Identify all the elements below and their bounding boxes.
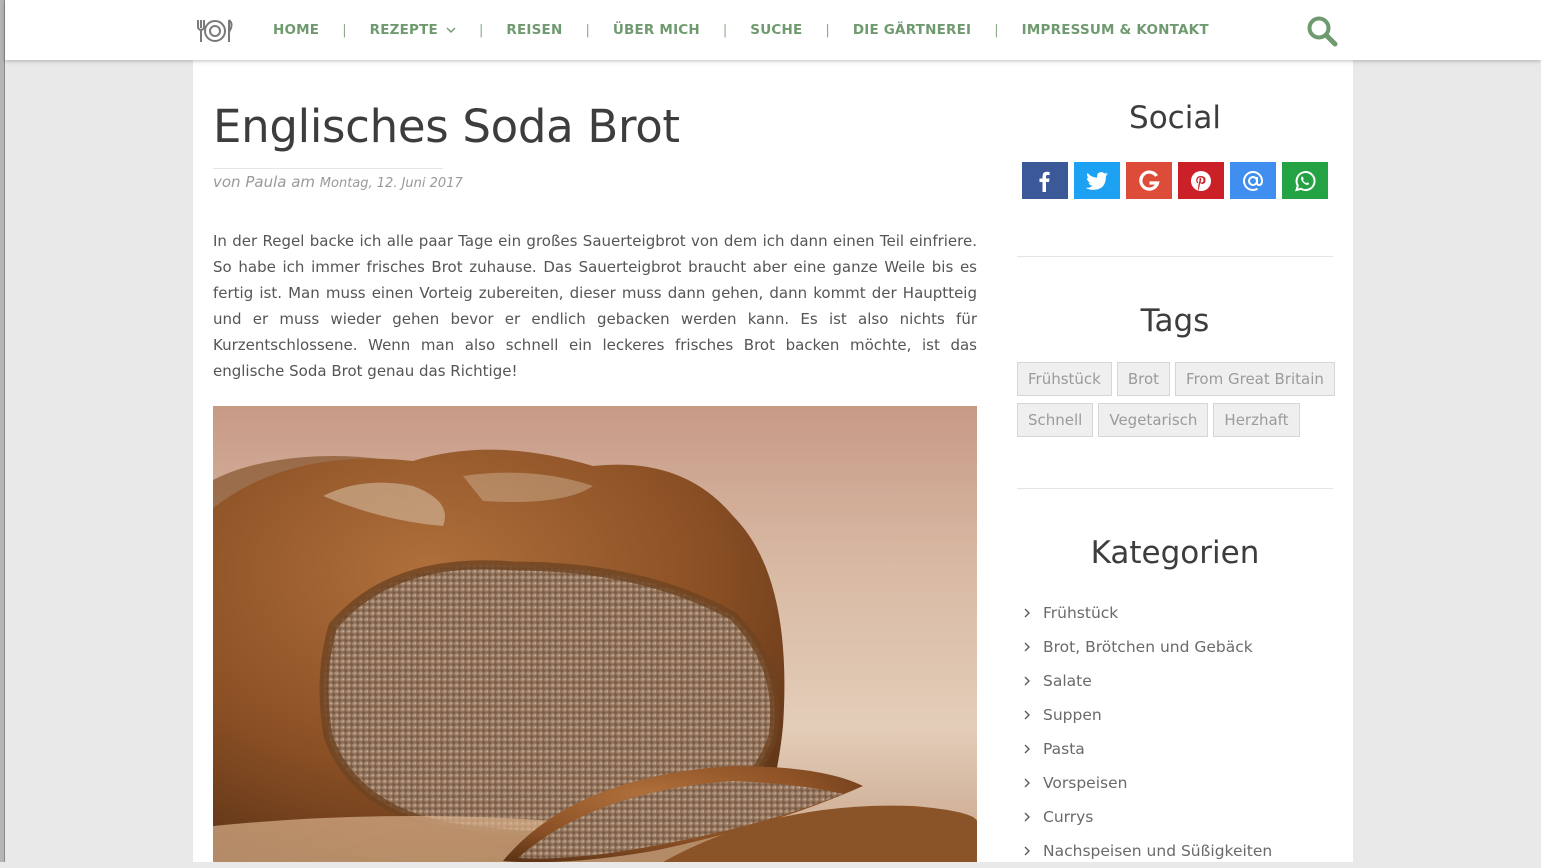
category-label: Frühstück (1043, 604, 1119, 622)
nav-separator: | (825, 22, 830, 38)
google-icon (1139, 170, 1160, 191)
tag-from-great-britain[interactable]: From Great Britain (1175, 362, 1335, 396)
nav-ueber-mich[interactable]: ÜBER MICH (613, 22, 700, 38)
nav-separator: | (478, 22, 484, 38)
category-item-currys[interactable]: Currys (1023, 800, 1272, 834)
post-date: Montag, 12. Juni 2017 (319, 176, 463, 191)
post-intro: In der Regel backe ich alle paar Tage ei… (213, 232, 977, 380)
post-author: von Paula am (213, 173, 316, 191)
google-share-button[interactable] (1126, 162, 1172, 199)
category-label: Brot, Brötchen und Gebäck (1043, 638, 1253, 656)
post-title: Englisches Soda Brot (213, 100, 680, 153)
chevron-right-icon (1024, 608, 1030, 618)
category-label: Salate (1043, 672, 1092, 690)
sidebar-divider (1017, 488, 1333, 489)
nav-die-gaertnerei[interactable]: DIE GÄRTNEREI (853, 22, 971, 38)
search-button[interactable] (1305, 14, 1339, 48)
sidebar-divider (1017, 256, 1333, 257)
nav-suche[interactable]: SUCHE (750, 22, 802, 38)
nav-rezepte-label: REZEPTE (369, 22, 438, 38)
nav-separator: | (342, 22, 347, 38)
category-item-salate[interactable]: Salate (1023, 664, 1272, 698)
nav-impressum-kontakt[interactable]: IMPRESSUM & KONTAKT (1022, 22, 1209, 38)
social-heading: Social (1129, 100, 1221, 136)
category-item-vorspeisen[interactable]: Vorspeisen (1023, 766, 1272, 800)
tag-herzhaft[interactable]: Herzhaft (1213, 403, 1300, 437)
chevron-right-icon (1024, 812, 1030, 822)
category-label: Vorspeisen (1043, 774, 1128, 792)
bread-photo (213, 406, 977, 862)
chevron-right-icon (1024, 642, 1030, 652)
pinterest-icon (1191, 170, 1211, 191)
chevron-right-icon (1024, 846, 1030, 856)
nav-rezepte[interactable]: REZEPTE (370, 22, 456, 38)
site-logo-icon[interactable] (194, 14, 236, 46)
category-item-fruehstueck[interactable]: Frühstück (1023, 596, 1272, 630)
email-share-button[interactable] (1230, 162, 1276, 199)
category-item-suppen[interactable]: Suppen (1023, 698, 1272, 732)
chevron-right-icon (1024, 744, 1030, 754)
pinterest-share-button[interactable] (1178, 162, 1224, 199)
post-meta: von Paula am Montag, 12. Juni 2017 (213, 173, 463, 191)
email-icon (1243, 170, 1264, 191)
category-label: Currys (1043, 808, 1094, 826)
whatsapp-share-button[interactable] (1282, 162, 1328, 199)
content-card: Englisches Soda Brot von Paula am Montag… (193, 60, 1353, 862)
whatsapp-icon (1295, 170, 1316, 191)
tag-fruehstueck[interactable]: Frühstück (1017, 362, 1112, 396)
category-item-nachspeisen[interactable]: Nachspeisen und Süßigkeiten (1023, 834, 1272, 868)
main-navigation: HOME | REZEPTE | REISEN | ÜBER MICH | SU… (273, 0, 1209, 60)
category-label: Pasta (1043, 740, 1085, 758)
top-navbar: HOME | REZEPTE | REISEN | ÜBER MICH | SU… (5, 0, 1541, 60)
tag-schnell[interactable]: Schnell (1017, 403, 1094, 437)
tag-brot[interactable]: Brot (1116, 362, 1171, 396)
tag-cloud: Frühstück Brot From Great Britain Schnel… (1017, 362, 1337, 439)
chevron-down-icon (446, 27, 456, 33)
chevron-right-icon (1024, 710, 1030, 720)
category-item-pasta[interactable]: Pasta (1023, 732, 1272, 766)
chevron-right-icon (1024, 778, 1030, 788)
category-label: Nachspeisen und Süßigkeiten (1043, 842, 1273, 860)
category-list: Frühstück Brot, Brötchen und Gebäck Sala… (1023, 596, 1272, 868)
twitter-icon (1085, 171, 1108, 190)
category-item-brot[interactable]: Brot, Brötchen und Gebäck (1023, 630, 1272, 664)
category-label: Suppen (1043, 706, 1102, 724)
nav-separator: | (585, 22, 590, 38)
social-buttons (1022, 162, 1328, 199)
tags-heading: Tags (1140, 303, 1210, 339)
nav-reisen[interactable]: REISEN (506, 22, 562, 38)
nav-home[interactable]: HOME (273, 22, 319, 38)
nav-separator: | (994, 22, 999, 38)
facebook-icon (1039, 171, 1050, 192)
window-edge-line (4, 0, 5, 862)
nav-separator: | (722, 22, 728, 38)
search-icon (1307, 16, 1338, 47)
facebook-share-button[interactable] (1022, 162, 1068, 199)
twitter-share-button[interactable] (1074, 162, 1120, 199)
tag-vegetarisch[interactable]: Vegetarisch (1098, 403, 1209, 437)
chevron-right-icon (1024, 676, 1030, 686)
categories-heading: Kategorien (1090, 535, 1260, 571)
title-divider (213, 168, 443, 169)
